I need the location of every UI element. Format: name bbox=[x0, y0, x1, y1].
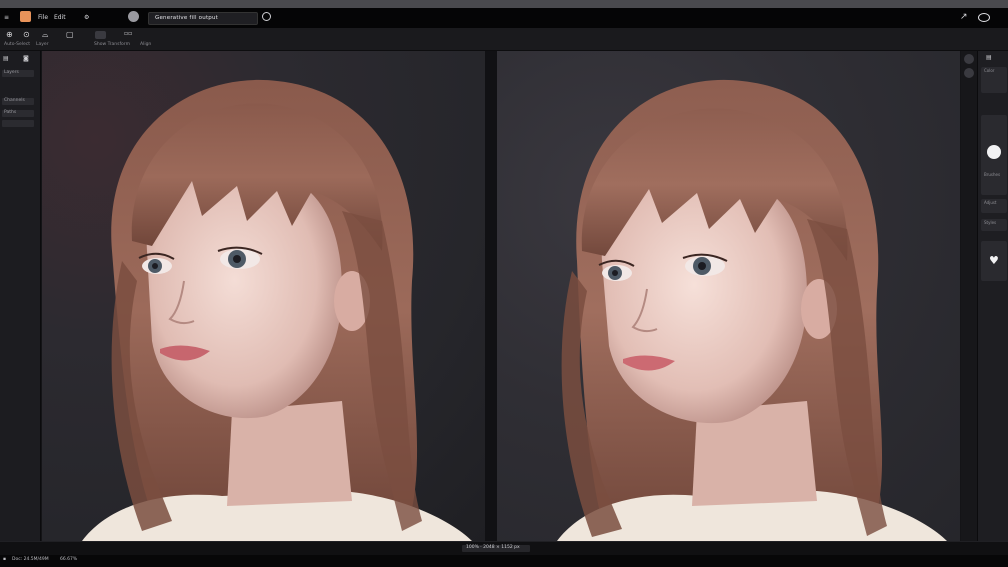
layer-row-label: Channels bbox=[4, 98, 25, 103]
share-icon[interactable]: ↗ bbox=[960, 12, 968, 22]
collapse-icon[interactable] bbox=[964, 54, 974, 64]
crop-tool-icon[interactable]: ⌓ bbox=[42, 30, 50, 39]
option-label-auto-select[interactable]: Auto-Select bbox=[4, 42, 30, 47]
panel-menu-icon[interactable]: ▤ bbox=[3, 55, 9, 62]
fill-tool-button[interactable] bbox=[95, 31, 106, 39]
zoom-level[interactable]: 66.67% bbox=[60, 557, 77, 562]
help-icon[interactable] bbox=[262, 12, 271, 21]
hamburger-icon[interactable]: ≡ bbox=[4, 14, 9, 21]
options-more-icon[interactable]: ▫▫ bbox=[124, 30, 132, 38]
panel-tab-icon[interactable]: ▤ bbox=[986, 54, 992, 61]
move-tool-icon[interactable]: ⊕ bbox=[6, 30, 14, 39]
doc-info: Doc: 24.5M/49M bbox=[12, 557, 49, 562]
styles-card[interactable]: Styles bbox=[981, 219, 1007, 231]
right-tool-strip bbox=[961, 51, 977, 541]
doc-icon: ▪ bbox=[3, 557, 7, 562]
options-bar: ⊕ ⊙ ⌓ ▢ ▫▫ Auto-Select Layer Show Transf… bbox=[0, 28, 1008, 51]
eye-icon[interactable] bbox=[978, 13, 990, 22]
heart-card[interactable]: ♥ bbox=[981, 241, 1007, 281]
layer-row-label: Paths bbox=[4, 110, 17, 115]
panel-camera-icon[interactable]: ◙ bbox=[23, 55, 29, 62]
adjust-card[interactable]: Adjust bbox=[981, 199, 1007, 213]
menu-bar: ≡ File Edit ⚙ Generative fill output ↗ bbox=[0, 8, 1008, 28]
app-logo bbox=[20, 11, 31, 22]
heart-icon: ♥ bbox=[989, 254, 999, 267]
left-panel: ▤ ◙ Layers Channels Paths bbox=[0, 51, 41, 541]
color-card[interactable]: Color bbox=[981, 67, 1007, 93]
gear-icon[interactable]: ⚙ bbox=[84, 14, 89, 21]
search-text: Generative fill output bbox=[155, 15, 219, 21]
profile-avatar[interactable] bbox=[128, 11, 139, 22]
expand-icon[interactable] bbox=[964, 68, 974, 78]
option-label-align[interactable]: Align bbox=[140, 42, 151, 47]
card-label: Adjust bbox=[984, 200, 997, 205]
layer-row[interactable]: Layers bbox=[2, 70, 34, 77]
brushes-card[interactable]: Brushes bbox=[981, 171, 1007, 183]
status-bar: 100% · 2048 × 1152 px bbox=[0, 541, 1008, 556]
canvas-retouched[interactable] bbox=[497, 51, 960, 541]
brush-tool-icon[interactable]: ▢ bbox=[66, 30, 74, 39]
split-divider[interactable] bbox=[485, 51, 497, 541]
brush-preview-icon bbox=[987, 145, 1001, 159]
title-bar bbox=[0, 0, 1008, 8]
select-tool-icon[interactable]: ⊙ bbox=[23, 30, 31, 39]
card-label: Brushes bbox=[984, 172, 1001, 177]
bottom-bar: ▪ Doc: 24.5M/49M 66.67% bbox=[0, 555, 1008, 567]
status-info-text: 100% · 2048 × 1152 px bbox=[466, 545, 520, 550]
right-panel: ▤ Color Brushes Adjust Styles ♥ bbox=[977, 51, 1008, 541]
menu-item-file[interactable]: File bbox=[38, 14, 48, 21]
layer-row-label: Layers bbox=[4, 70, 19, 75]
option-label-layer[interactable]: Layer bbox=[36, 42, 49, 47]
card-label: Color bbox=[984, 68, 995, 73]
search-input[interactable]: Generative fill output bbox=[148, 12, 258, 25]
menu-item-edit[interactable]: Edit bbox=[54, 14, 66, 21]
canvas-original[interactable] bbox=[42, 51, 485, 541]
layer-row[interactable]: Paths bbox=[2, 110, 34, 117]
portrait-image-original bbox=[82, 79, 472, 541]
status-info-pill[interactable]: 100% · 2048 × 1152 px bbox=[462, 545, 530, 552]
portrait-image-retouched bbox=[557, 79, 947, 541]
layer-row[interactable]: Channels bbox=[2, 98, 34, 105]
swatches-card[interactable] bbox=[981, 115, 1007, 195]
option-label-show-transform[interactable]: Show Transform bbox=[94, 42, 130, 47]
card-label: Styles bbox=[984, 220, 997, 225]
layer-row[interactable] bbox=[2, 120, 34, 127]
